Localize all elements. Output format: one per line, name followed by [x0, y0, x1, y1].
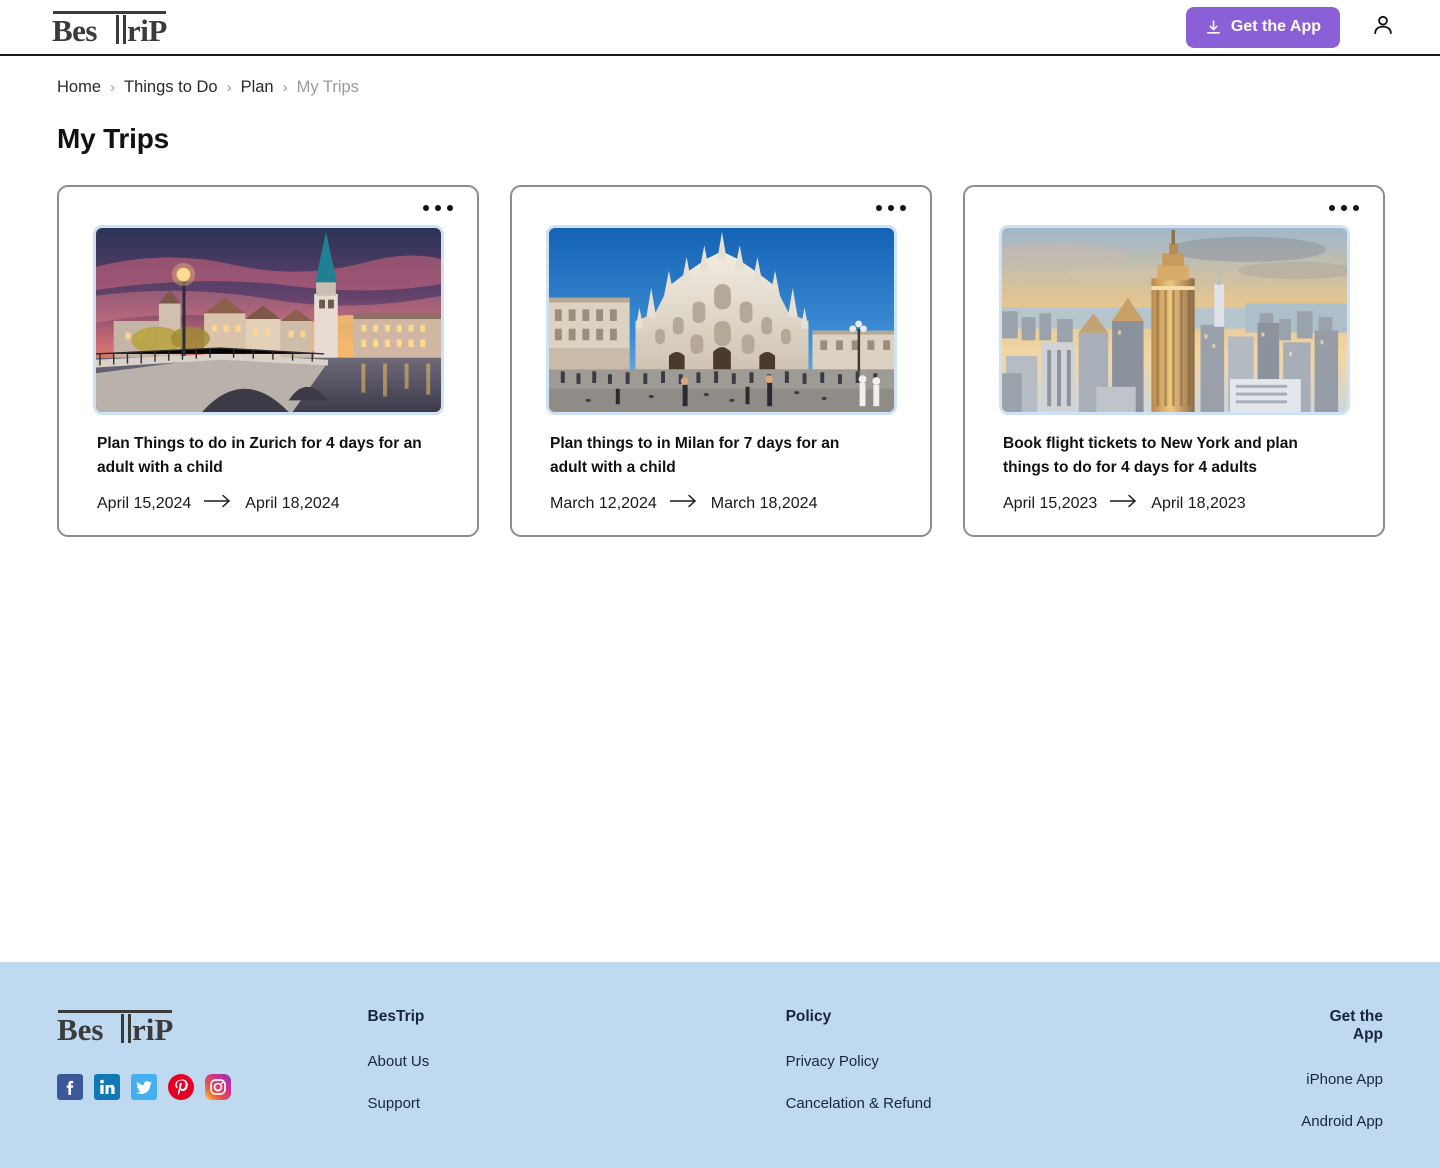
logo-vertical-bar-1 [116, 14, 119, 44]
trip-start-date: April 15,2023 [1003, 494, 1098, 512]
logo-vertical-bar-2 [123, 14, 126, 44]
trip-card[interactable]: Book flight tickets to New York and plan… [963, 185, 1385, 537]
footer-logo-text-left: Bes [57, 1012, 104, 1047]
linkedin-icon[interactable] [94, 1074, 120, 1100]
footer-heading-policy: Policy [785, 1008, 832, 1025]
twitter-icon[interactable] [131, 1074, 157, 1100]
site-footer: Bes riP BesTrip About Us Support Policy … [0, 962, 1440, 1168]
trip-end-date: March 18,2024 [710, 494, 818, 512]
arrow-right-icon [668, 494, 698, 513]
footer-link-support[interactable]: Support [368, 1095, 786, 1112]
footer-link-cancelation-refund[interactable]: Cancelation & Refund [786, 1095, 1297, 1112]
footer-logo-bestrip[interactable]: Bes riP [57, 1008, 173, 1045]
breadcrumb-item-home[interactable]: Home [57, 78, 101, 97]
footer-logo-top-bar [58, 1010, 173, 1013]
breadcrumb-separator-icon: › [282, 79, 288, 96]
breadcrumb-item-plan[interactable]: Plan [241, 78, 274, 97]
more-options-icon[interactable] [417, 199, 459, 217]
breadcrumb-separator-icon: › [226, 79, 232, 96]
logo-bestrip: Bes riP [52, 9, 167, 46]
footer-link-privacy-policy[interactable]: Privacy Policy [786, 1053, 1297, 1070]
milan-duomo-cathedral-photo [545, 225, 897, 415]
trip-card-dates: March 12,2024 March 18,2024 [550, 494, 930, 513]
trip-card-title: Book flight tickets to New York and plan… [1003, 435, 1298, 477]
user-account-icon[interactable] [1370, 12, 1396, 43]
footer-heading-bestrip: BesTrip [367, 1008, 425, 1025]
footer-logo-vertical-bar-1 [121, 1014, 124, 1043]
trip-card-title: Plan Things to do in Zurich for 4 days f… [97, 435, 422, 477]
breadcrumb-item-my-trips: My Trips [296, 78, 359, 96]
header-actions: Get the App [1185, 6, 1396, 48]
footer-logo-text-right: riP [132, 1012, 174, 1047]
trip-end-date: April 18,2024 [245, 494, 340, 512]
site-logo[interactable]: Bes riP [52, 9, 167, 46]
trip-end-date: April 18,2023 [1151, 494, 1246, 512]
footer-column-policy: Policy Privacy Policy Cancelation & Refu… [786, 1008, 1297, 1168]
trip-start-date: March 12,2024 [550, 494, 657, 512]
trip-card-title: Plan things to in Milan for 7 days for a… [550, 435, 840, 477]
logo-top-bar [53, 10, 166, 14]
logo-text-right: riP [127, 12, 167, 48]
arrow-right-icon [203, 494, 232, 513]
arrow-right-icon [1109, 494, 1138, 513]
trip-card-dates: April 15,2023 April 18,2023 [1003, 494, 1383, 513]
page-title: My Trips [57, 123, 169, 154]
footer-link-about-us[interactable]: About Us [368, 1053, 786, 1070]
trip-card[interactable]: Plan things to in Milan for 7 days for a… [510, 185, 932, 537]
more-options-icon[interactable] [870, 199, 912, 217]
download-icon [1205, 19, 1222, 36]
instagram-icon[interactable] [205, 1074, 231, 1100]
zurich-sunset-bridge-photo [92, 225, 444, 415]
trip-card[interactable]: Plan Things to do in Zurich for 4 days f… [57, 185, 479, 537]
footer-logo-vertical-bar-2 [128, 1014, 131, 1043]
get-the-app-label: Get the App [1230, 18, 1321, 35]
footer-heading-get-the-app: Get the App [1329, 1008, 1384, 1043]
trips-card-grid: Plan Things to do in Zurich for 4 days f… [0, 155, 1440, 537]
site-header: Bes riP Get the App [0, 0, 1440, 56]
breadcrumb: Home › Things to Do › Plan › My Trips [0, 56, 1440, 97]
trip-start-date: April 15,2024 [97, 494, 192, 512]
more-options-icon[interactable] [1323, 199, 1365, 217]
trip-card-dates: April 15,2024 April 18,2024 [97, 494, 477, 513]
breadcrumb-separator-icon: › [110, 79, 116, 96]
breadcrumb-item-things-to-do[interactable]: Things to Do [124, 78, 218, 97]
facebook-icon[interactable] [57, 1074, 83, 1100]
footer-column-get-the-app: Get the App iPhone App Android App [1296, 1008, 1383, 1168]
footer-link-iphone-app[interactable]: iPhone App [1306, 1071, 1383, 1088]
footer-brand: Bes riP [57, 1008, 368, 1168]
pinterest-icon[interactable] [168, 1074, 194, 1100]
new-york-skyline-photo [998, 225, 1350, 415]
logo-text-left: Bes [52, 12, 98, 48]
social-links [57, 1074, 368, 1100]
footer-link-android-app[interactable]: Android App [1301, 1113, 1383, 1130]
get-the-app-button[interactable]: Get the App [1185, 6, 1340, 48]
footer-column-bestrip: BesTrip About Us Support [368, 1008, 786, 1168]
